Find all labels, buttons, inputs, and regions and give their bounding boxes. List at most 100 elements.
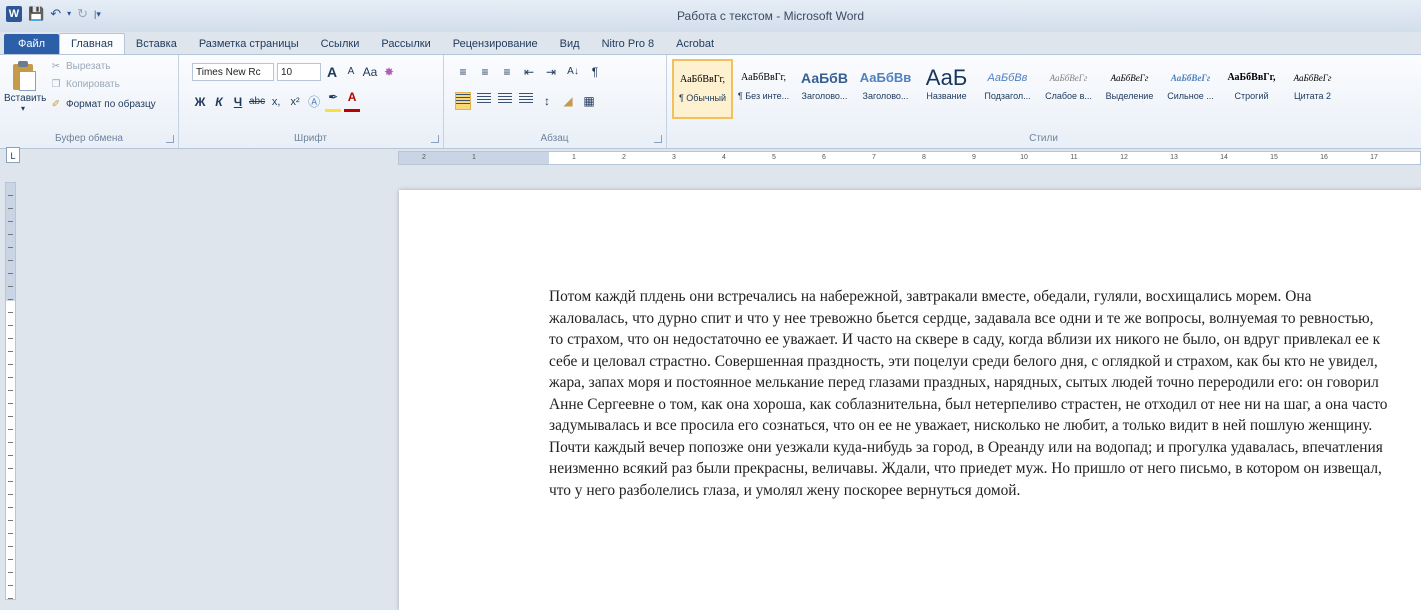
- ruler-mark: 5: [772, 154, 776, 161]
- tab-mailings[interactable]: Рассылки: [370, 34, 441, 54]
- style-preview: АаБбВвГг,: [740, 72, 786, 83]
- cut-button[interactable]: ✂ Вырезать: [50, 61, 111, 72]
- font-launcher-icon[interactable]: [431, 135, 439, 143]
- clipboard-group: Вставить ▾ ✂ Вырезать ❐ Копировать ✐ Фор…: [0, 55, 179, 148]
- style-item[interactable]: АаБбВвГг, ¶ Обычный: [672, 59, 733, 119]
- style-item[interactable]: АаБбВеГг Сильное ...: [1160, 59, 1221, 119]
- document-paragraph[interactable]: Потом каждй плдень они встречались на на…: [549, 286, 1389, 501]
- style-item[interactable]: АаБбВ Заголово...: [794, 59, 855, 119]
- borders-icon[interactable]: ▦: [581, 92, 597, 110]
- decrease-indent-icon[interactable]: ⇤: [521, 63, 537, 81]
- increase-indent-icon[interactable]: ⇥: [543, 63, 559, 81]
- style-item[interactable]: АаБбВв Заголово...: [855, 59, 916, 119]
- paste-icon: [11, 61, 36, 91]
- style-preview: АаБбВеГг: [1170, 73, 1211, 83]
- align-center-icon[interactable]: [476, 92, 492, 110]
- numbering-icon[interactable]: ≡: [477, 63, 493, 81]
- tab-acrobat[interactable]: Acrobat: [665, 34, 725, 54]
- ribbon-tabs: Файл Главная Вставка Разметка страницы С…: [0, 32, 725, 54]
- tab-references[interactable]: Ссылки: [310, 34, 371, 54]
- bullets-icon[interactable]: ≡: [455, 63, 471, 81]
- style-item[interactable]: АаБбВв Подзагол...: [977, 59, 1038, 119]
- justify-icon[interactable]: [518, 92, 534, 110]
- line-spacing-icon[interactable]: ↕: [539, 92, 555, 110]
- style-name: ¶ Обычный: [678, 93, 727, 103]
- style-item[interactable]: АаБбВвГг, ¶ Без инте...: [733, 59, 794, 119]
- paragraph-launcher-icon[interactable]: [654, 135, 662, 143]
- text-effects-icon[interactable]: Ⓐ: [306, 93, 322, 111]
- show-marks-button[interactable]: ¶: [587, 63, 603, 81]
- strikethrough-button[interactable]: abc: [249, 93, 265, 111]
- align-right-icon[interactable]: [497, 92, 513, 110]
- tab-page-layout[interactable]: Разметка страницы: [188, 34, 310, 54]
- highlight-color-icon[interactable]: ✒: [325, 91, 342, 112]
- style-name: Цитата 2: [1293, 91, 1332, 101]
- tab-view[interactable]: Вид: [549, 34, 591, 54]
- bold-button[interactable]: Ж: [192, 93, 208, 111]
- font-name-combo[interactable]: Times New Rc: [192, 63, 274, 81]
- ruler-mark: 1: [472, 154, 476, 161]
- ruler-mark: 15: [1270, 154, 1278, 161]
- style-preview: АаБбВеГг: [1110, 73, 1149, 83]
- ruler-mark: [499, 152, 549, 164]
- ruler-mark: 17: [1370, 154, 1378, 161]
- vertical-ruler[interactable]: [5, 182, 16, 600]
- cut-label: Вырезать: [66, 61, 111, 72]
- tab-file[interactable]: Файл: [4, 34, 60, 54]
- style-preview: АаБбВв: [859, 70, 912, 85]
- styles-gallery: АаБбВвГг, ¶ Обычный АаБбВвГг, ¶ Без инте...…: [672, 59, 1421, 125]
- shading-icon[interactable]: ◢: [560, 92, 576, 110]
- style-preview: АаБбВвГг,: [1227, 72, 1276, 83]
- sort-button[interactable]: А↓: [565, 63, 581, 81]
- paste-button[interactable]: Вставить ▾: [4, 61, 47, 115]
- copy-button[interactable]: ❐ Копировать: [50, 79, 120, 90]
- style-item[interactable]: АаБбВвГг, Строгий: [1221, 59, 1282, 119]
- ruler-mark: 12: [1120, 154, 1128, 161]
- style-name: Слабое в...: [1045, 91, 1092, 101]
- style-name: Сильное ...: [1167, 91, 1214, 101]
- tab-selector-button[interactable]: L: [6, 147, 20, 163]
- superscript-button[interactable]: x²: [287, 93, 303, 111]
- tab-review[interactable]: Рецензирование: [442, 34, 549, 54]
- font-size-combo[interactable]: 10: [277, 63, 321, 81]
- underline-button[interactable]: Ч: [230, 93, 246, 111]
- ruler-ticks: 2 1 1 2 3 4 5 6 7 8 9 10 11 12 13 14 15 16 17: [399, 152, 1420, 164]
- shrink-font-button[interactable]: A: [343, 63, 359, 81]
- ruler-mark: 7: [872, 154, 876, 161]
- tab-insert[interactable]: Вставка: [125, 34, 188, 54]
- paste-dropdown-icon[interactable]: ▾: [4, 104, 42, 113]
- paste-label: Вставить: [4, 93, 47, 104]
- horizontal-ruler[interactable]: 2 1 1 2 3 4 5 6 7 8 9 10 11 12 13 14 15 16 17: [398, 151, 1421, 165]
- style-name: Заголово...: [801, 91, 848, 101]
- style-item[interactable]: АаБбВеГг Выделение: [1099, 59, 1160, 119]
- style-preview: АаБбВеГг: [1293, 73, 1332, 83]
- change-case-button[interactable]: Aa: [362, 63, 378, 81]
- tab-nitro[interactable]: Nitro Pro 8: [591, 34, 666, 54]
- clipboard-launcher-icon[interactable]: [166, 135, 174, 143]
- multilevel-list-icon[interactable]: ≡: [499, 63, 515, 81]
- clear-formatting-icon[interactable]: ✸: [381, 63, 397, 81]
- subscript-button[interactable]: x,: [268, 93, 284, 111]
- ruler-mark: 10: [1020, 154, 1028, 161]
- grow-font-button[interactable]: A: [324, 63, 340, 81]
- italic-button[interactable]: К: [211, 93, 227, 111]
- style-item[interactable]: АаБбВеГг Слабое в...: [1038, 59, 1099, 119]
- font-color-button[interactable]: A: [344, 91, 361, 112]
- style-preview: АаБбВв: [987, 72, 1028, 84]
- ruler-mark: 16: [1320, 154, 1328, 161]
- ruler-mark: 6: [822, 154, 826, 161]
- window-title: Работа с текстом - Microsoft Word: [676, 9, 865, 23]
- format-painter-button[interactable]: ✐ Формат по образцу: [50, 99, 156, 110]
- style-item[interactable]: АаБ Название: [916, 59, 977, 119]
- style-item[interactable]: АаБбВеГг Цитата 2: [1282, 59, 1343, 119]
- style-preview: АаБбВ: [801, 70, 848, 86]
- ruler-mark: 3: [672, 154, 676, 161]
- align-left-icon[interactable]: [455, 92, 471, 110]
- document-body[interactable]: Потом каждй плдень они встречались на на…: [549, 286, 1389, 501]
- document-page[interactable]: Потом каждй плдень они встречались на на…: [399, 190, 1421, 610]
- paragraph-group-label: Абзац: [540, 133, 569, 144]
- clipboard-group-label: Буфер обмена: [55, 133, 123, 144]
- format-painter-label: Формат по образцу: [66, 99, 156, 110]
- tab-home[interactable]: Главная: [59, 33, 125, 54]
- title-bar: W 💾 ↶ ▾ ↻ |▾ Работа с текстом - Microsof…: [0, 0, 1421, 32]
